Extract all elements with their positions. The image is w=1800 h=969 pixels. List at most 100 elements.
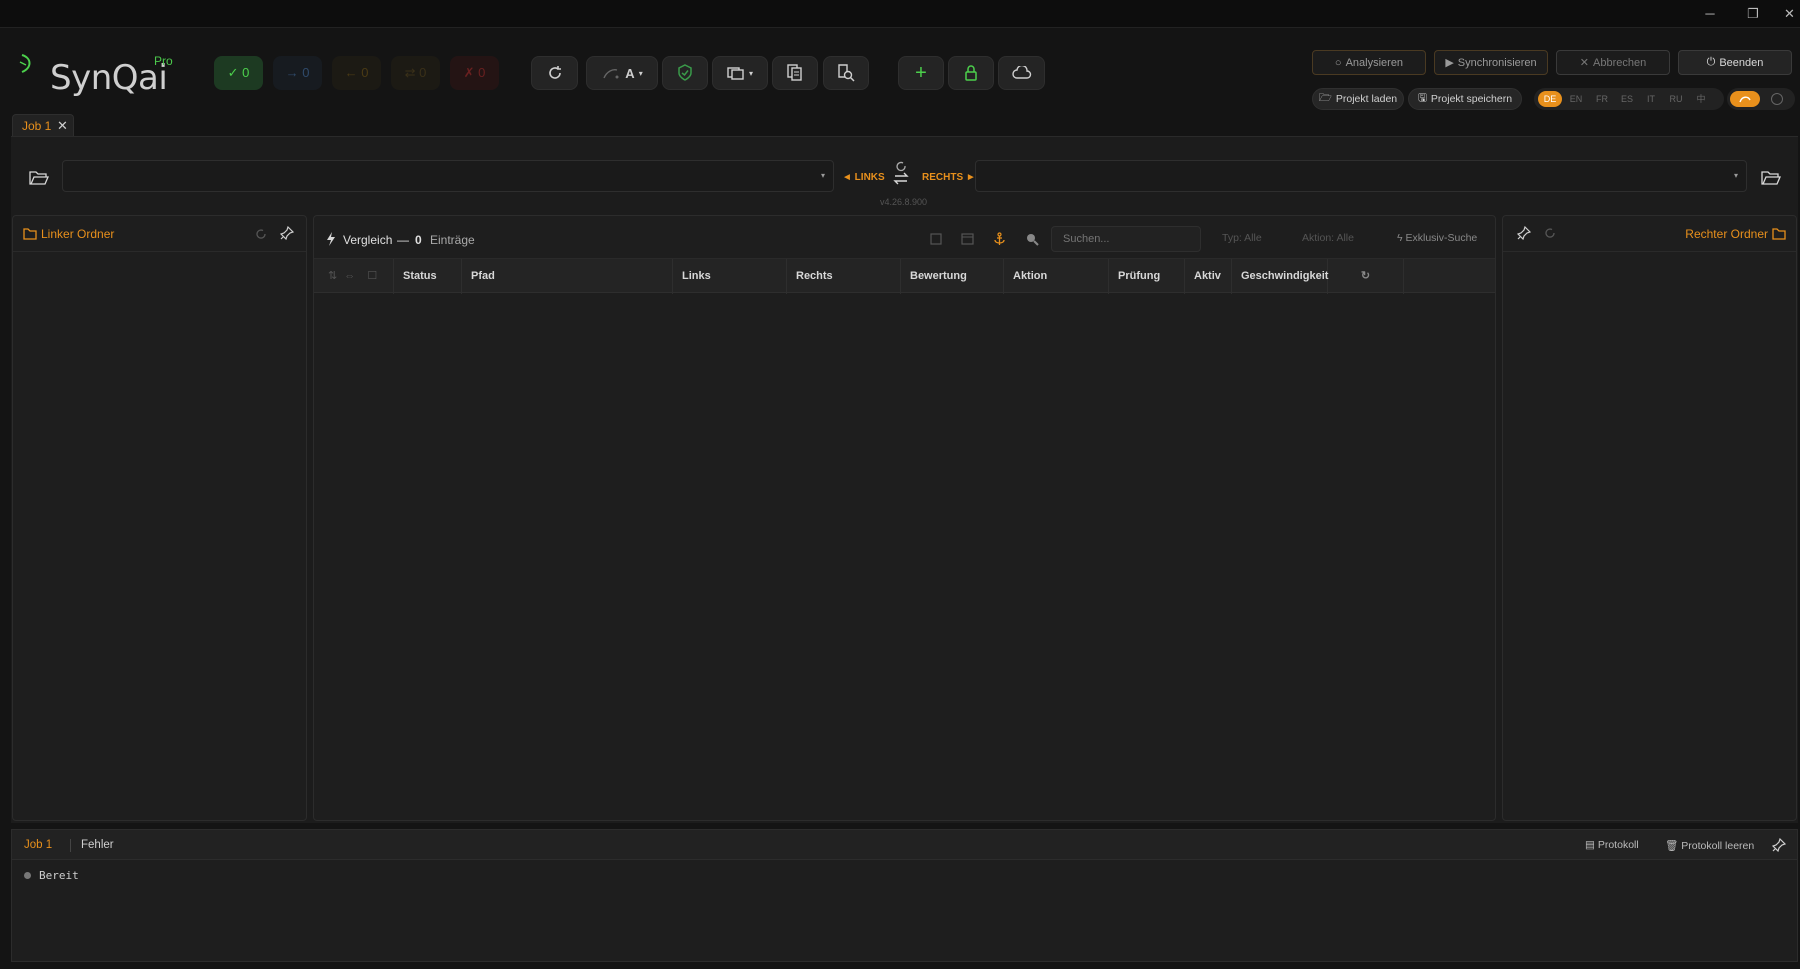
dropdown-caret-icon[interactable]: ▾ — [1734, 171, 1738, 180]
left-panel-header: Linker Ordner — [13, 216, 306, 252]
pin-icon[interactable] — [280, 226, 294, 240]
left-folder-button[interactable] — [24, 163, 54, 193]
lang-es[interactable]: ES — [1615, 91, 1639, 107]
right-panel-title: Rechter Ordner — [1685, 227, 1786, 241]
trash-icon: 🗑 — [1665, 840, 1679, 852]
refresh-icon — [548, 66, 561, 79]
anchor-icon[interactable] — [993, 232, 1006, 246]
mode-button[interactable]: A ▾ — [586, 56, 658, 90]
counter-to-left[interactable]: ← 0 — [332, 56, 381, 90]
clear-protocol-button[interactable]: 🗑 Protokoll leeren — [1665, 839, 1754, 852]
action-filter[interactable]: Aktion: Alle — [1302, 232, 1354, 244]
conflict-icon: ⇄ — [404, 65, 416, 80]
lang-it[interactable]: IT — [1639, 91, 1663, 107]
arrow-left-icon: ← — [344, 65, 358, 80]
counter-value: 0 — [478, 65, 486, 80]
refresh-icon[interactable] — [254, 227, 268, 241]
counter-to-right[interactable]: → 0 — [273, 56, 322, 90]
duplicate-button[interactable] — [772, 56, 818, 90]
left-path-input[interactable]: ▾ — [62, 160, 834, 192]
sort-icon[interactable]: ⇅ — [328, 270, 337, 282]
col-active[interactable]: Aktiv — [1185, 259, 1232, 294]
mode-label: A — [625, 65, 635, 81]
logo-mark-icon — [19, 54, 31, 73]
col-speed[interactable]: Geschwindigkeit — [1232, 259, 1328, 294]
swap-icon[interactable] — [893, 160, 909, 190]
lang-en[interactable]: EN — [1564, 91, 1588, 107]
tab-job-1[interactable]: Job 1 ✕ — [12, 114, 74, 136]
file-icon: ▤ — [1585, 839, 1595, 851]
table-header: ⇅ ⇔ ☐ Status Pfad Links Rechts Bewertung… — [314, 258, 1495, 294]
refresh-icon[interactable] — [1543, 226, 1557, 240]
quit-button[interactable]: ⏻ Beenden — [1678, 50, 1792, 75]
app-version: v4.26.8.900 — [880, 197, 928, 207]
analyze-button[interactable]: ○ Analysieren — [1312, 50, 1426, 75]
left-panel-title: Linker Ordner — [23, 227, 114, 241]
select-all-checkbox[interactable]: ☐ — [367, 270, 377, 282]
save-project-button[interactable]: 🖫 Projekt speichern — [1408, 88, 1522, 110]
compare-title: Vergleich — [343, 233, 393, 247]
col-refresh[interactable]: ↻ — [1328, 259, 1404, 294]
minimize-icon[interactable]: ─ — [1695, 4, 1725, 24]
col-check[interactable]: Prüfung — [1109, 259, 1185, 294]
counter-conflict[interactable]: ⇄ 0 — [391, 56, 440, 90]
app-logo: SynQai Pro — [18, 52, 178, 102]
load-project-label: Projekt laden — [1335, 93, 1398, 105]
exclusive-search-label: Exklusiv-Suche — [1405, 232, 1478, 244]
refresh-icon[interactable]: ↻ — [1361, 270, 1370, 282]
play-icon: ▶ — [1445, 57, 1454, 69]
protocol-button[interactable]: ▤ Protokoll — [1585, 839, 1639, 851]
folder-icon — [23, 228, 37, 240]
sync-button[interactable]: ▶ Synchronisieren — [1434, 50, 1548, 75]
search-input[interactable] — [1051, 226, 1201, 252]
power-icon: ⏻ — [1706, 56, 1716, 68]
right-folder-button[interactable] — [1756, 163, 1786, 193]
copy-mode-button[interactable]: ▾ — [712, 56, 768, 90]
counter-error[interactable]: ✗ 0 — [450, 56, 499, 90]
folder-open-icon — [29, 171, 49, 185]
square-icon[interactable] — [930, 233, 942, 245]
compare-entries-label: Einträge — [430, 233, 475, 247]
pin-icon[interactable] — [1772, 838, 1786, 852]
col-status[interactable]: Status — [394, 259, 462, 294]
search-icon[interactable] — [1025, 232, 1039, 246]
counter-equal[interactable]: ✓ 0 — [214, 56, 263, 90]
log-tab-job-1[interactable]: Job 1 — [24, 839, 52, 851]
cancel-button[interactable]: ✕ Abbrechen — [1556, 50, 1670, 75]
right-path-input[interactable]: ▾ — [975, 160, 1747, 192]
left-side-label: ◄ LINKS — [842, 172, 885, 183]
col-left[interactable]: Links — [673, 259, 787, 294]
lightning-icon — [327, 232, 335, 246]
lang-zh[interactable]: 中 — [1689, 91, 1713, 107]
lock-button[interactable] — [948, 56, 994, 90]
load-project-button[interactable]: 🗁 Projekt laden — [1312, 88, 1404, 110]
restore-icon[interactable]: ❐ — [1738, 4, 1768, 24]
theme-dark-toggle[interactable] — [1771, 93, 1783, 105]
inspect-button[interactable] — [823, 56, 869, 90]
link-icon[interactable]: ⇔ — [344, 270, 355, 282]
verify-button[interactable] — [662, 56, 708, 90]
col-rating[interactable]: Bewertung — [901, 259, 1004, 294]
add-job-button[interactable]: + — [898, 56, 944, 90]
close-window-icon[interactable]: ✕ — [1779, 4, 1800, 24]
pin-icon[interactable] — [1517, 226, 1531, 240]
tab-close-icon[interactable]: ✕ — [57, 118, 68, 134]
cloud-button[interactable] — [998, 56, 1045, 90]
calendar-icon[interactable] — [961, 232, 974, 245]
theme-warm-toggle[interactable] — [1730, 91, 1760, 107]
refresh-button[interactable] — [531, 56, 578, 90]
col-right[interactable]: Rechts — [787, 259, 901, 294]
type-filter[interactable]: Typ: Alle — [1222, 232, 1262, 244]
exclusive-search-toggle[interactable]: ϟ Exklusiv-Suche — [1397, 232, 1477, 244]
lang-de[interactable]: DE — [1538, 91, 1562, 107]
theme-switcher — [1727, 88, 1795, 110]
folder-open-icon — [1761, 171, 1781, 185]
dropdown-caret-icon[interactable]: ▾ — [821, 171, 825, 180]
lang-fr[interactable]: FR — [1590, 91, 1614, 107]
compare-count: 0 — [415, 233, 422, 247]
log-tab-errors[interactable]: Fehler — [81, 839, 114, 851]
col-path[interactable]: Pfad — [462, 259, 673, 294]
lang-ru[interactable]: RU — [1664, 91, 1688, 107]
cancel-label: Abbrechen — [1593, 56, 1647, 69]
col-action[interactable]: Aktion — [1004, 259, 1109, 294]
